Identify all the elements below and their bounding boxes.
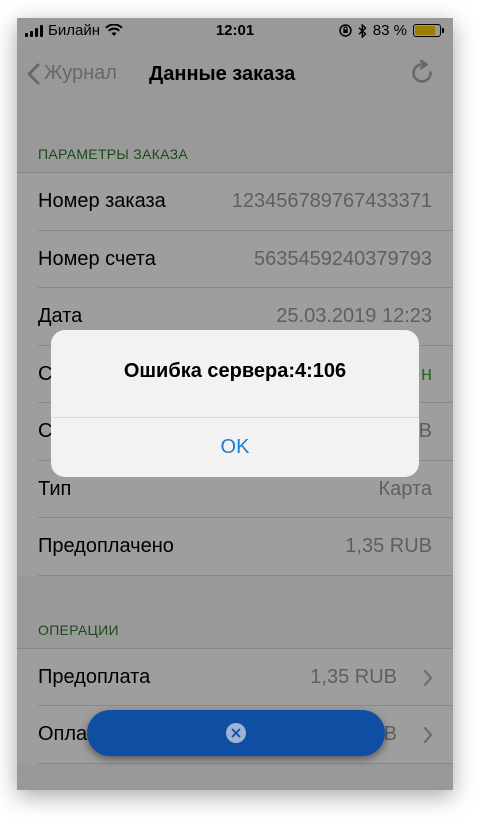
alert-message: Ошибка сервера:4:106 — [123, 360, 347, 382]
phone-screen: Билайн 12:01 83 % Журнал Данные заказа П… — [17, 18, 453, 790]
error-alert-dialog: Ошибка сервера:4:106 OK — [51, 330, 419, 477]
alert-ok-button[interactable]: OK — [51, 418, 419, 477]
bottom-toast-bar — [87, 710, 385, 756]
close-icon[interactable] — [225, 722, 247, 744]
